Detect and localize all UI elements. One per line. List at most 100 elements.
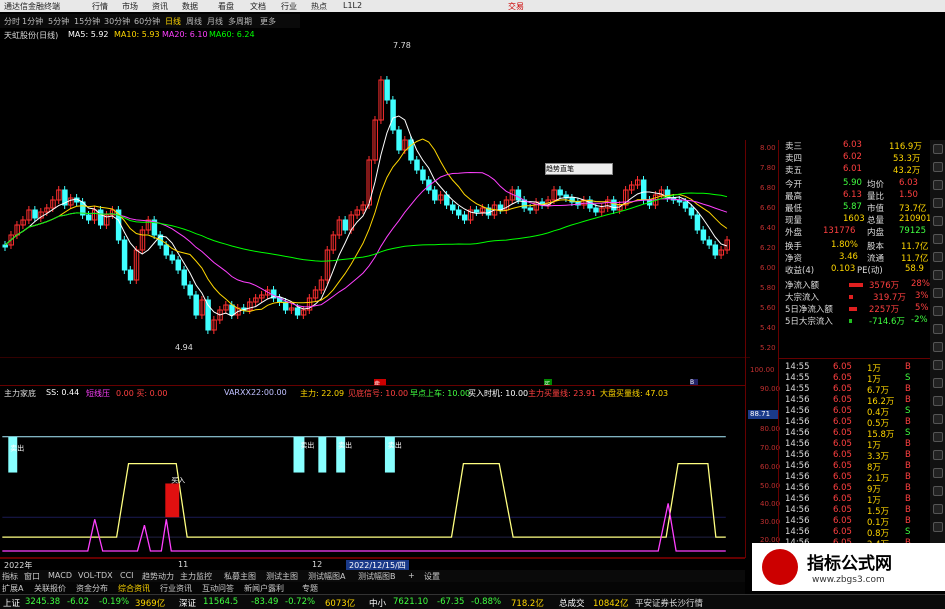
menu-wendang[interactable]: 文档 xyxy=(250,1,266,12)
flow-row: 大宗流入 319.7万 3% xyxy=(785,291,929,303)
toolbar-icon[interactable] xyxy=(933,522,943,532)
price-tick-10: 5.40 xyxy=(760,324,776,332)
extension-tab[interactable]: 行业资讯 xyxy=(160,583,192,594)
period-more[interactable]: 更多 xyxy=(260,16,276,27)
toolbar-icon[interactable] xyxy=(933,198,943,208)
period-15min[interactable]: 15分钟 xyxy=(74,16,100,27)
toolbar-icon[interactable] xyxy=(933,396,943,406)
price-axis: 8.00 7.80 6.80 6.60 6.40 6.20 6.00 5.80 … xyxy=(745,140,780,558)
menu-shichang[interactable]: 市场 xyxy=(122,1,138,12)
period-30min[interactable]: 30分钟 xyxy=(104,16,130,27)
extension-tab[interactable]: 新闻户露利 xyxy=(244,583,284,594)
toolbar-icon[interactable] xyxy=(933,504,943,514)
indicator-tab[interactable]: CCI xyxy=(120,571,134,580)
period-daily[interactable]: 日线 xyxy=(165,16,181,27)
date-label-11: 11 xyxy=(178,560,189,569)
tick-row: 14:55 6.05 6.7万 B xyxy=(785,384,911,396)
indicator-tab[interactable]: 指标 xyxy=(2,571,18,582)
toolbar-icon[interactable] xyxy=(933,468,943,478)
toolbar-icon[interactable] xyxy=(933,378,943,388)
status-item: 718.2亿 xyxy=(511,599,544,609)
indicator-tab[interactable]: 趋势动力 xyxy=(142,571,174,582)
indicator-tab[interactable]: 设置 xyxy=(424,571,440,582)
toolbar-icon[interactable] xyxy=(933,486,943,496)
date-axis: 2022年 11 12 2022/12/15/四 xyxy=(0,558,745,571)
toolbar-icon[interactable] xyxy=(933,306,943,316)
period-1min[interactable]: 1分钟 xyxy=(22,16,43,27)
menu-l1l2[interactable]: L1L2 xyxy=(343,1,362,10)
price-tick-5: 6.40 xyxy=(760,224,776,232)
indicator-tab[interactable]: 窗口 xyxy=(24,571,40,582)
candle xyxy=(593,207,599,213)
indicator-tab[interactable]: 私募主图 xyxy=(224,571,256,582)
quote-row: 收益(4) 0.103 PE(动) 58.9 xyxy=(785,264,924,276)
extension-tab-bar: 扩展A 关联报价 资金分布 综合资讯 行业资讯 互动问答 新闻户露利 专题 xyxy=(0,582,745,594)
menu-shuju[interactable]: 数据 xyxy=(182,1,198,12)
date-label-12: 12 xyxy=(312,560,323,569)
period-60min[interactable]: 60分钟 xyxy=(134,16,160,27)
toolbar-icon[interactable] xyxy=(933,270,943,280)
menu-jiaoyi[interactable]: 交易 xyxy=(508,1,524,12)
indicator-tab[interactable]: 测试幅图B xyxy=(358,571,396,582)
toolbar-icon[interactable] xyxy=(933,234,943,244)
price-tick-8: 5.80 xyxy=(760,284,776,292)
toolbar-icon[interactable] xyxy=(933,144,943,154)
extension-tab[interactable]: 综合资讯 xyxy=(118,583,150,594)
period-minute[interactable]: 分时 xyxy=(4,16,20,27)
toolbar-icon[interactable] xyxy=(933,180,943,190)
indicator-chart[interactable]: 卖出 卖出 卖出 卖出 买入 xyxy=(0,398,745,558)
toolbar-icon[interactable] xyxy=(933,288,943,298)
ma-line-5 xyxy=(4,115,728,317)
menu-redian[interactable]: 热点 xyxy=(311,1,327,12)
tick-list[interactable]: 14:55 6.05 1万 B 14:55 6.05 1万 S 14:55 6.05 6.7万 B 14… xyxy=(778,358,930,558)
indicator-tab[interactable]: + xyxy=(408,571,415,580)
indicator-tab[interactable]: 测试幅图A xyxy=(308,571,345,582)
ind-tick-100: 100.00 xyxy=(750,366,775,374)
toolbar-icon[interactable] xyxy=(933,324,943,334)
toolbar-icon[interactable] xyxy=(933,162,943,172)
extension-tab[interactable]: 专题 xyxy=(302,583,318,594)
indicator-tab[interactable]: VOL-TDX xyxy=(78,571,113,580)
toolbar-icon[interactable] xyxy=(933,360,943,370)
flow-row: 净流入额 3576万 28% xyxy=(785,279,930,291)
quote-row: 卖五 6.01 43.2万 xyxy=(785,164,921,176)
candle xyxy=(408,139,414,161)
ma10-label: MA10: 5.93 xyxy=(114,30,160,39)
candle xyxy=(2,244,8,248)
toolbar-icon[interactable] xyxy=(933,216,943,226)
tick-row: 14:56 6.05 16.2万 B xyxy=(785,395,911,407)
toolbar-icon[interactable] xyxy=(933,342,943,352)
menu-hangqing[interactable]: 行情 xyxy=(92,1,108,12)
sell-signal-3: 卖出 xyxy=(338,441,352,450)
trend-popup[interactable]: 趋势直笔 xyxy=(545,163,613,175)
toolbar-icon[interactable] xyxy=(933,252,943,262)
period-weekly[interactable]: 周线 xyxy=(186,16,202,27)
candle xyxy=(700,229,707,241)
quote-row: 卖三 6.03 116.9万 xyxy=(785,140,922,152)
toolbar-icon[interactable] xyxy=(933,432,943,442)
quote-row: 换手 1.80% 股本 11.7亿 xyxy=(785,240,929,252)
extension-tab[interactable]: 互动问答 xyxy=(202,583,234,594)
period-5min[interactable]: 5分钟 xyxy=(48,16,69,27)
indicator-tab[interactable]: 主力监控 xyxy=(180,571,212,582)
candle xyxy=(688,207,695,216)
extension-tab[interactable]: 资金分布 xyxy=(76,583,108,594)
period-multi[interactable]: 多周期 xyxy=(228,16,252,27)
period-monthly[interactable]: 月线 xyxy=(207,16,223,27)
watermark-url: www.zbgs3.com xyxy=(812,575,885,585)
menu-zixun[interactable]: 资讯 xyxy=(152,1,168,12)
menu-kanpan[interactable]: 看盘 xyxy=(218,1,234,12)
toolbar-icon[interactable] xyxy=(933,450,943,460)
candle xyxy=(557,189,563,196)
extension-tab[interactable]: 关联报价 xyxy=(34,583,66,594)
candlestick-chart[interactable]: 7.78 4.94 xyxy=(0,40,750,358)
indicator-tab[interactable]: MACD xyxy=(48,571,72,580)
indicator-tab[interactable]: 测试主图 xyxy=(266,571,298,582)
toolbar-icon[interactable] xyxy=(933,414,943,424)
ma-line-60 xyxy=(4,192,728,262)
ma5-label: MA5: 5.92 xyxy=(68,30,109,39)
status-item: 中小 xyxy=(369,599,387,609)
candle xyxy=(187,284,193,296)
menu-hangye[interactable]: 行业 xyxy=(281,1,297,12)
extension-tab[interactable]: 扩展A xyxy=(2,583,23,594)
